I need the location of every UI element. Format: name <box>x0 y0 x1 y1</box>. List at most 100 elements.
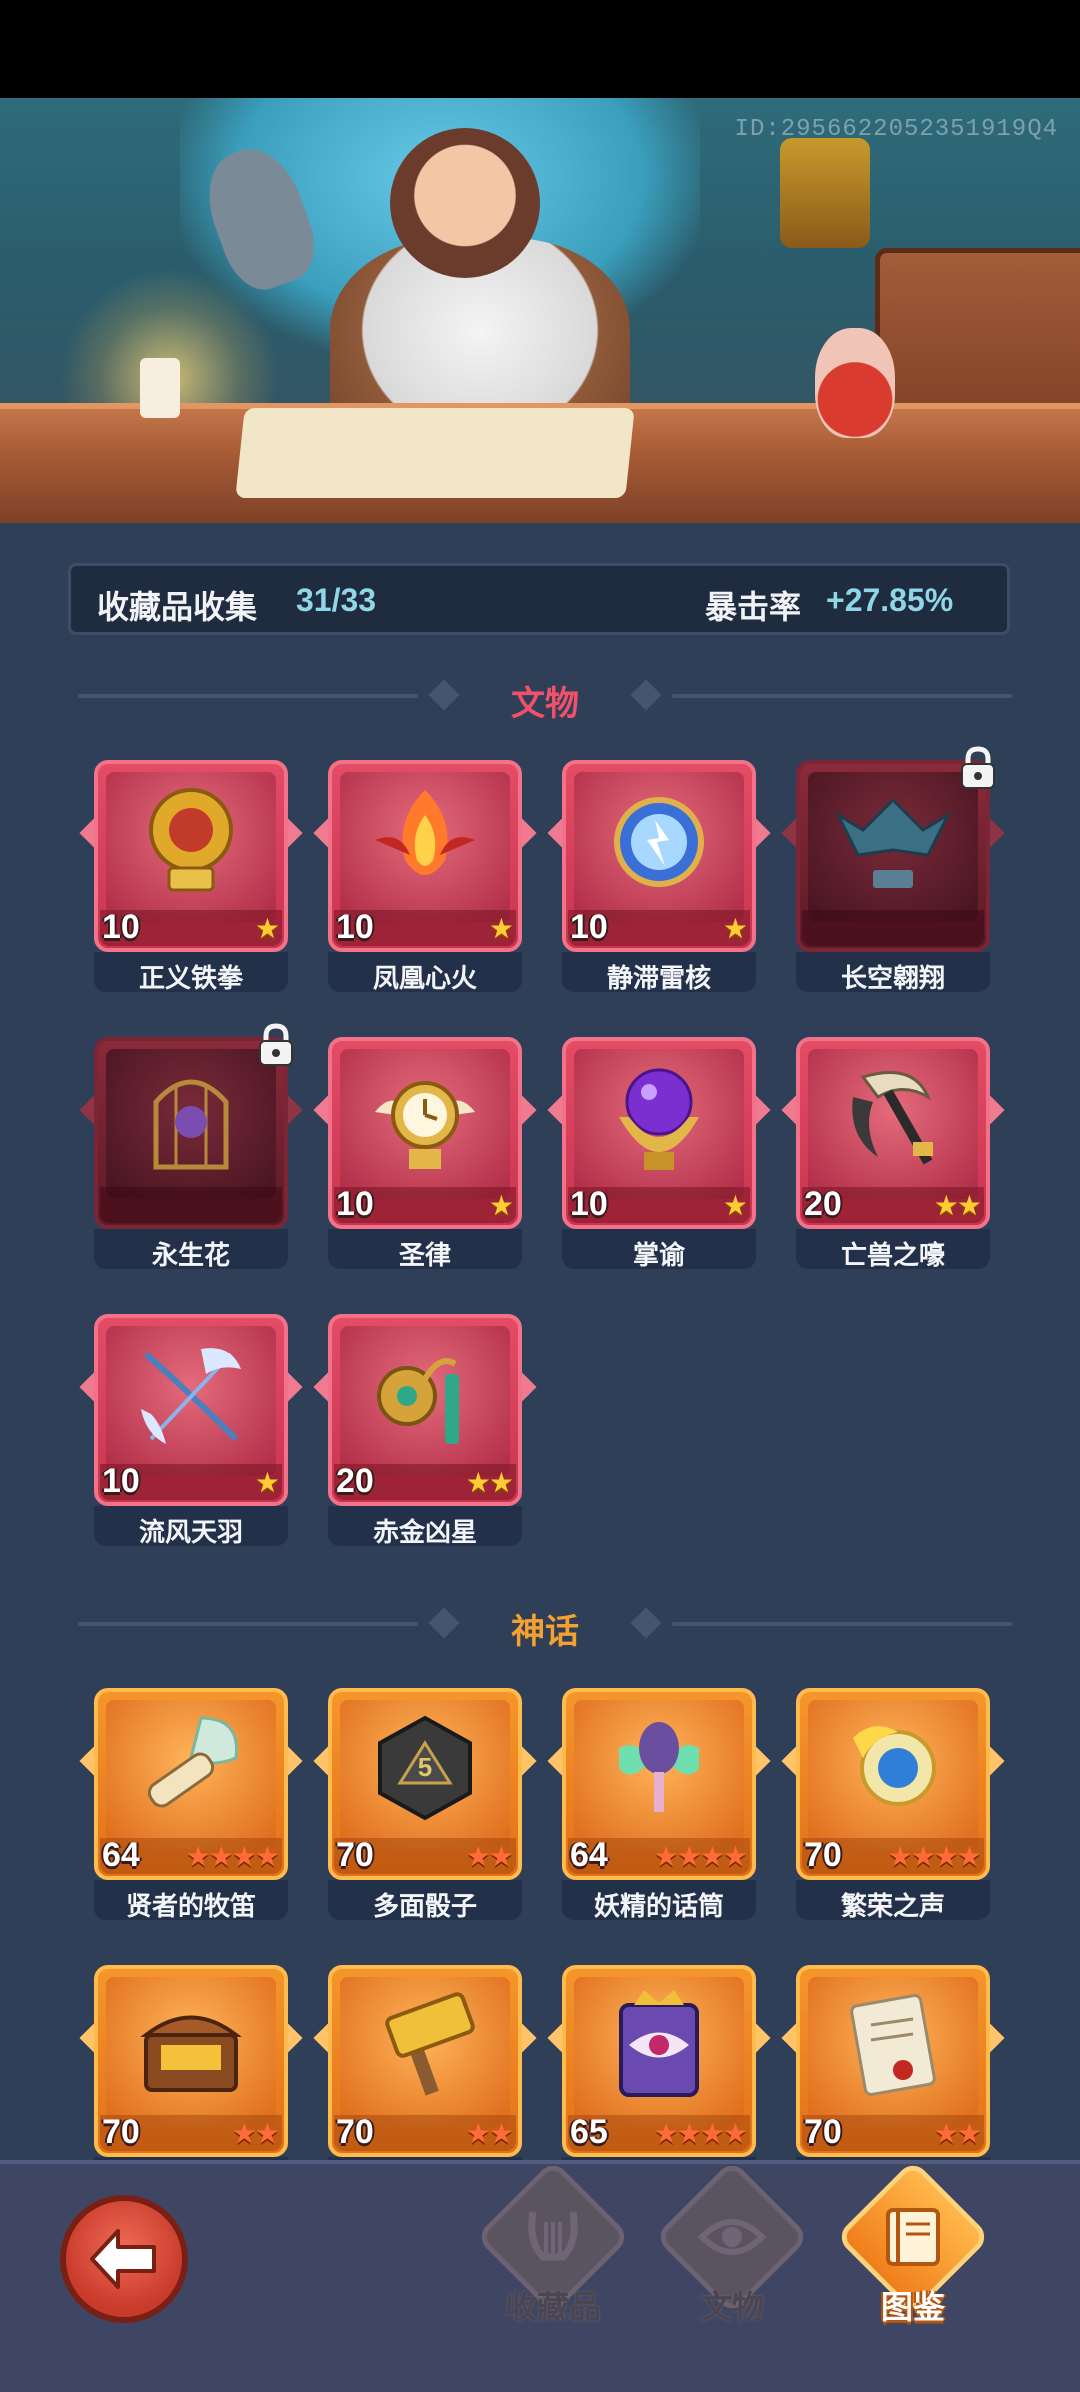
star-rating: ★ <box>254 1467 280 1498</box>
eye-tome-icon <box>619 1990 699 2097</box>
item-name: 赤金凶星 <box>372 1517 477 1547</box>
section-title-myths: 神话 <box>511 1613 579 1651</box>
winged-bow-icon <box>141 1348 241 1444</box>
myth-card[interactable]: 64 ★★★★ 妖精的话筒 <box>547 1688 771 1923</box>
section-header-myths: 神话 <box>78 1600 1012 1651</box>
myth-card[interactable]: 5 70 ★★ 多面骰子 <box>313 1688 537 1923</box>
tab-label: 文物 <box>699 2289 764 2325</box>
golden-flail-icon <box>377 1358 459 1444</box>
svg-text:5: 5 <box>418 1752 432 1782</box>
item-level: 64 <box>570 1836 608 1874</box>
item-level: 70 <box>804 2113 842 2151</box>
collection-count: 31/33 <box>296 582 377 618</box>
relic-card[interactable]: 10 ★ 流风天羽 <box>79 1314 303 1549</box>
item-name: 静滞雷核 <box>606 963 711 993</box>
divider-line <box>672 1622 1012 1626</box>
relic-card[interactable]: 10 ★ 圣律 <box>313 1037 537 1272</box>
item-name: 凤凰心火 <box>372 963 477 993</box>
shop-banner: ID:2956622052351919Q4 <box>0 98 1080 523</box>
item-name: 圣律 <box>398 1240 451 1270</box>
golden-hammer-icon <box>385 1992 475 2096</box>
tab-collectibles[interactable]: 收藏品 <box>475 2159 631 2330</box>
caged-rose-icon <box>153 1079 229 1170</box>
golden-fist-trophy-icon <box>149 788 233 892</box>
book-icon <box>886 2208 940 2266</box>
thunder-orb-icon <box>614 797 704 887</box>
myth-card[interactable]: 70 ★★★★ 繁荣之声 <box>781 1688 1005 1923</box>
collection-summary-bar: 收藏品收集 31/33 暴击率 +27.85% <box>68 563 1010 635</box>
item-name: 亡兽之嚎 <box>840 1240 945 1270</box>
item-level: 65 <box>570 2113 608 2151</box>
divider-line <box>672 694 1012 698</box>
dwarf-merchant-head <box>390 128 540 278</box>
star-rating: ★ <box>488 1190 514 1221</box>
lock-icon <box>256 1023 296 1067</box>
lyre-icon <box>528 2211 578 2261</box>
relic-card[interactable]: 10 ★ 掌谕 <box>547 1037 771 1272</box>
item-name: 掌谕 <box>632 1240 685 1270</box>
tab-label: 图鉴 <box>880 2289 945 2325</box>
lock-icon <box>958 746 998 790</box>
tribal-mask-icon <box>780 138 870 248</box>
item-level: 10 <box>336 908 374 946</box>
treasure-chest-icon <box>140 2015 242 2092</box>
relic-card[interactable]: 10 ★ 凤凰心火 <box>313 760 537 995</box>
star-rating: ★ <box>254 913 280 944</box>
item-level: 10 <box>336 1185 374 1223</box>
tab-relics[interactable]: 文物 <box>654 2159 810 2330</box>
star-rating: ★ <box>722 913 748 944</box>
phoenix-flame-icon <box>375 790 475 875</box>
fairy-microphone-icon <box>619 1722 699 1812</box>
section-header-relics: 文物 <box>78 672 1012 723</box>
relic-card[interactable]: 20 ★★ 赤金凶星 <box>313 1314 537 1549</box>
item-level: 10 <box>102 1462 140 1500</box>
d20-dice-icon: 5 <box>378 1715 472 1821</box>
star-rating: ★★★★ <box>653 2118 748 2149</box>
star-rating: ★★ <box>933 1190 982 1221</box>
card-level-strip <box>100 1187 282 1223</box>
star-rating: ★★ <box>465 1467 514 1498</box>
crit-rate-value: +27.85% <box>826 582 954 618</box>
item-name: 贤者的牧笛 <box>125 1891 256 1921</box>
back-button[interactable] <box>60 2195 188 2323</box>
relic-card[interactable]: 10 ★ 正义铁拳 <box>79 760 303 995</box>
star-rating: ★ <box>488 913 514 944</box>
star-rating: ★★★★ <box>185 1841 280 1872</box>
relic-card[interactable]: 永生花 <box>79 1023 303 1272</box>
relic-card[interactable]: 10 ★ 静滞雷核 <box>547 760 771 995</box>
status-bar <box>0 0 1080 98</box>
candle-icon <box>140 358 180 418</box>
player-id: ID:2956622052351919Q4 <box>734 116 1058 143</box>
relic-card[interactable]: 长空翱翔 <box>781 746 1005 995</box>
section-title-relics: 文物 <box>511 685 579 723</box>
tab-label: 收藏品 <box>504 2289 601 2325</box>
star-rating: ★★★★ <box>653 1841 748 1872</box>
item-name: 多面骰子 <box>372 1891 477 1921</box>
item-level: 10 <box>570 1185 608 1223</box>
item-name: 妖精的话筒 <box>593 1891 724 1921</box>
red-potion-icon <box>815 328 895 438</box>
shell-horn-icon <box>853 1726 936 1806</box>
crystal-ball-hands-icon <box>619 1068 699 1170</box>
item-level: 10 <box>102 908 140 946</box>
item-level: 70 <box>336 2113 374 2151</box>
star-rating: ★★★★ <box>887 1841 982 1872</box>
eye-icon <box>697 2219 767 2255</box>
item-level: 70 <box>336 1836 374 1874</box>
star-rating: ★★ <box>231 2118 280 2149</box>
tab-codex[interactable]: 图鉴 <box>835 2159 991 2330</box>
back-arrow-icon <box>90 2229 156 2289</box>
relic-card[interactable]: 20 ★★ 亡兽之嚎 <box>781 1037 1005 1272</box>
item-name: 长空翱翔 <box>840 963 945 993</box>
item-name: 正义铁拳 <box>138 963 243 993</box>
myth-card[interactable]: 64 ★★★★ 贤者的牧笛 <box>79 1688 303 1923</box>
item-name: 流风天羽 <box>138 1517 243 1547</box>
star-rating: ★ <box>722 1190 748 1221</box>
sealed-scroll-icon <box>850 1994 936 2096</box>
item-level: 20 <box>804 1185 842 1223</box>
collection-label: 收藏品收集 <box>97 589 258 625</box>
item-level: 70 <box>804 1836 842 1874</box>
item-level: 70 <box>102 2113 140 2151</box>
crit-rate-label: 暴击率 <box>705 589 802 625</box>
card-level-strip <box>802 910 984 946</box>
